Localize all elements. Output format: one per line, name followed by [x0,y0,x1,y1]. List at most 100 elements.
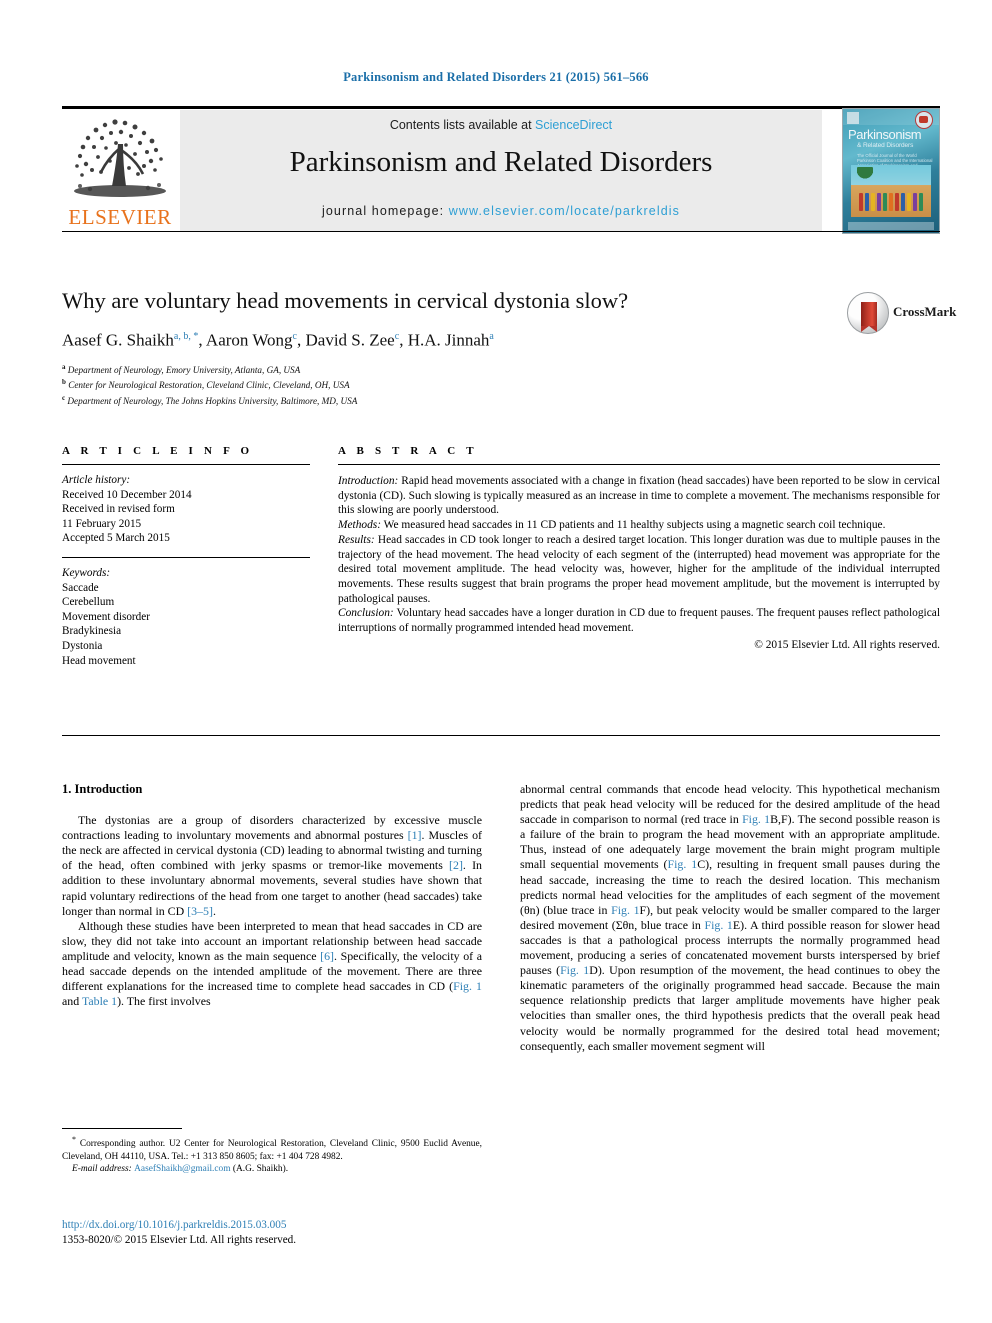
journal-cover-thumbnail[interactable]: Parkinsonism & Related Disorders The Off… [842,108,940,234]
author-affiliation-marks: a [489,331,494,342]
footnote-text: * Corresponding author. U2 Center for Ne… [62,1135,482,1162]
footnote-rule [62,1128,182,1129]
reference-link[interactable]: Fig. 1 [704,918,732,932]
crossmark-label: CrossMark [893,304,957,319]
affiliation-list: a Department of Neurology, Emory Univers… [62,361,762,407]
cover-elsevier-icon [847,112,859,124]
reference-link[interactable]: [1] [408,828,422,842]
right-column-paragraphs: abnormal central commands that encode he… [520,782,940,1054]
footnote-marker: * [72,1135,76,1144]
keyword-item: Bradykinesia [62,625,122,638]
abstract-copyright: © 2015 Elsevier Ltd. All rights reserved… [754,638,940,651]
abstract-section: Methods: We measured head saccades in 11… [338,519,886,532]
elsevier-logo: ELSEVIER [62,110,178,232]
body-column-left: 1. Introduction The dystonias are a grou… [62,782,482,1009]
reference-link[interactable]: Fig. 1 [560,963,589,977]
keyword-item: Saccade [62,581,99,594]
body-paragraph: abnormal central commands that encode he… [520,782,940,1053]
email-address-label: E-mail address: [72,1163,135,1174]
reference-link[interactable]: [3–5] [187,904,213,918]
abstract-section-label: Conclusion: [338,607,394,620]
keyword-item: Head movement [62,654,136,667]
cover-footer-strip [848,222,934,230]
abstract-body: Introduction: Rapid head movements assoc… [338,474,940,636]
abstract-rule [338,464,940,465]
article-history-block: Article history: Received 10 December 20… [62,473,310,546]
body-paragraph: Although these studies have been interpr… [62,918,482,1009]
affiliation-line: c Department of Neurology, The Johns Hop… [62,393,358,406]
cover-title: Parkinsonism [848,127,922,142]
author-name: Aaron Wong [205,330,293,350]
page-title: Why are voluntary head movements in cerv… [62,288,629,313]
contents-prefix: Contents lists available at [389,118,536,132]
author-list: Aasef G. Shaikha, b, *, Aaron Wongc, Dav… [62,330,494,350]
reference-link[interactable]: [6] [320,949,334,963]
journal-band: Contents lists available at ScienceDirec… [180,110,822,232]
body-paragraph: The dystonias are a group of disorders c… [62,813,482,918]
masthead-top-rule [62,106,940,109]
article-info-column: A R T I C L E I N F O Article history: R… [62,445,310,668]
article-page: Parkinsonism and Related Disorders 21 (2… [0,0,992,1323]
abstract-section: Results: Head saccades in CD took longer… [338,533,940,605]
crossmark-badge[interactable]: CrossMark [845,288,956,336]
journal-homepage-link[interactable]: www.elsevier.com/locate/parkreldis [449,204,680,218]
keywords-label: Keywords: [62,566,111,579]
email-link[interactable]: AasefShaikh@gmail.com [134,1164,230,1174]
elsevier-tree-icon [74,119,166,197]
abstract-heading: A B S T R A C T [338,445,478,457]
affiliation-line: b Center for Neurological Restoration, C… [62,378,350,391]
reference-link[interactable]: Fig. 1 [611,903,639,917]
abstract-separator-rule [62,735,940,736]
palm-tree-icon [857,167,873,189]
abstract-column: A B S T R A C T Introduction: Rapid head… [338,445,940,651]
cover-photo [851,165,931,217]
reference-link[interactable]: Table 1 [82,994,117,1008]
article-info-rule [62,464,310,465]
keywords-block: Keywords: Saccade Cerebellum Movement diso… [62,566,310,668]
keywords-rule [62,556,310,558]
article-info-heading: A R T I C L E I N F O [62,445,254,457]
journal-masthead: ELSEVIER Contents lists available at Sci… [62,106,940,234]
left-column-paragraphs: The dystonias are a group of disorders c… [62,813,482,1009]
corresponding-author-footnote: * Corresponding author. U2 Center for Ne… [62,1134,482,1175]
article-history-line: 11 February 2015 [62,517,142,530]
author-affiliation-marks: a, b, * [173,331,199,342]
elsevier-wordmark: ELSEVIER [68,205,172,229]
keyword-item: Cerebellum [62,596,115,609]
body-column-right: abnormal central commands that encode he… [520,782,940,1054]
author-name: H.A. Jinnah [407,330,490,350]
abstract-section-label: Methods: [338,519,382,532]
abstract-section-label: Introduction: [338,475,399,487]
article-history-lines: Received 10 December 2014 Received in rev… [62,488,310,546]
article-history-label: Article history: [62,474,131,486]
issn-copyright-line: 1353-8020/© 2015 Elsevier Ltd. All right… [62,1233,297,1246]
footnote-email-line: E-mail address: AasefShaikh@gmail.com (A… [72,1163,289,1174]
doi-link[interactable]: http://dx.doi.org/10.1016/j.parkreldis.2… [62,1218,482,1233]
reference-link[interactable]: Fig. 1 [742,812,770,826]
homepage-prefix: journal homepage: [321,204,449,218]
contents-available-line: Contents lists available at ScienceDirec… [180,118,822,132]
crossmark-bookmark-icon [861,302,877,332]
doi-block: http://dx.doi.org/10.1016/j.parkreldis.2… [62,1218,482,1247]
reference-link[interactable]: Fig. 1 [453,979,482,993]
reference-link[interactable]: Fig. 1 [668,857,698,871]
article-history-line: Accepted 5 March 2015 [62,532,170,545]
keyword-item: Dystonia [62,639,103,652]
abstract-section-label: Results: [338,533,375,546]
author-name: David S. Zee [305,330,395,350]
article-history-line: Received 10 December 2014 [62,488,192,501]
author-affiliation-marks: c [394,331,400,342]
abstract-section: Conclusion: Voluntary head saccades have… [338,607,940,635]
author-name: Aasef G. Shaikh [62,330,174,350]
sciencedirect-link[interactable]: ScienceDirect [535,118,612,132]
running-head: Parkinsonism and Related Disorders 21 (2… [343,70,649,84]
reference-link[interactable]: [2] [449,858,463,872]
abstract-section: Introduction: Rapid head movements assoc… [338,475,940,517]
keyword-item: Movement disorder [62,610,150,623]
crossmark-circle-icon [847,292,889,334]
masthead-bottom-rule [62,231,940,232]
journal-title: Parkinsonism and Related Disorders [289,146,713,178]
title-block: Why are voluntary head movements in cerv… [62,288,762,407]
author-affiliation-marks: c [292,331,297,342]
keyword-lines: Saccade Cerebellum Movement disorder Bradyk… [62,581,310,669]
